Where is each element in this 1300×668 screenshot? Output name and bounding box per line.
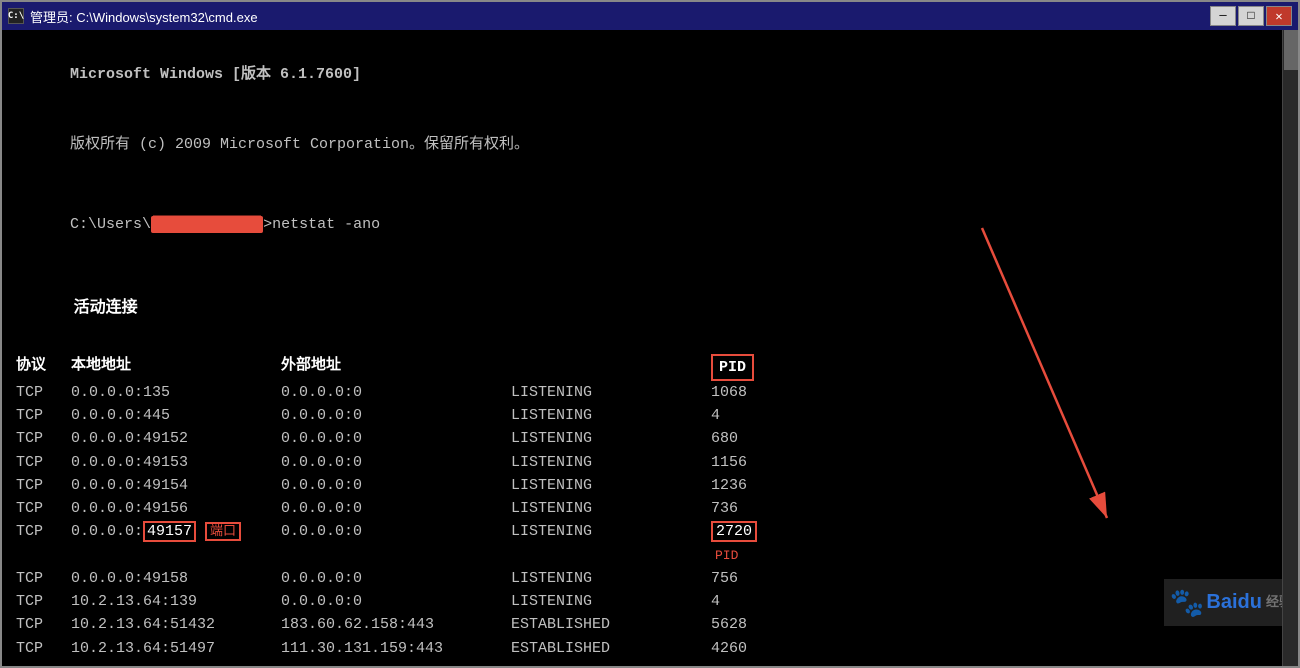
header-pid: PID xyxy=(711,354,791,381)
title-bar: C:\ 管理员: C:\Windows\system32\cmd.exe ─ □… xyxy=(2,2,1298,30)
maximize-button[interactable]: □ xyxy=(1238,6,1264,26)
table-row: TCP 10.2.13.64:51497 111.30.131.159:443 … xyxy=(16,637,1284,660)
window-title: 管理员: C:\Windows\system32\cmd.exe xyxy=(30,7,1210,26)
baidu-logo: 🐾 Baidu 经验 xyxy=(1164,579,1298,626)
header-state xyxy=(511,354,711,381)
baidu-paw-icon: 🐾 xyxy=(1170,581,1205,624)
highlighted-pid: 2720 xyxy=(711,521,757,542)
cmd-version-line: Microsoft Windows [版本 6.1.7600] xyxy=(16,40,1284,110)
header-proto: 协议 xyxy=(16,354,71,381)
pid-annotation-label: PID xyxy=(715,548,738,563)
minimize-button[interactable]: ─ xyxy=(1210,6,1236,26)
cmd-content: Microsoft Windows [版本 6.1.7600] 版权所有 (c)… xyxy=(2,30,1298,666)
table-row: TCP 0.0.0.0:49152 0.0.0.0:0 LISTENING 68… xyxy=(16,427,1284,450)
window-icon: C:\ xyxy=(8,8,24,24)
redacted-username: ████████████ xyxy=(151,216,263,233)
window-controls: ─ □ ✕ xyxy=(1210,6,1292,26)
close-button[interactable]: ✕ xyxy=(1266,6,1292,26)
highlighted-port: 49157 xyxy=(143,521,196,542)
baidu-text: Baidu xyxy=(1206,587,1262,618)
table-row: TCP 0.0.0.0:49156 0.0.0.0:0 LISTENING 73… xyxy=(16,497,1284,520)
scrollbar-thumb[interactable] xyxy=(1284,30,1298,70)
header-remote: 外部地址 xyxy=(281,354,511,381)
pid-header-highlight: PID xyxy=(711,354,754,381)
table-body: TCP 0.0.0.0:135 0.0.0.0:0 LISTENING 1068… xyxy=(16,381,1284,660)
table-row: TCP 0.0.0.0:49154 0.0.0.0:0 LISTENING 12… xyxy=(16,474,1284,497)
table-header-row: 协议 本地地址 外部地址 PID xyxy=(16,354,1284,381)
table-row-highlighted: TCP 0.0.0.0:49157 端口 0.0.0.0:0 LISTENING… xyxy=(16,520,1284,567)
cmd-copyright-line: 版权所有 (c) 2009 Microsoft Corporation。保留所有… xyxy=(16,110,1284,180)
scrollbar[interactable] xyxy=(1282,30,1298,666)
table-row: TCP 0.0.0.0:135 0.0.0.0:0 LISTENING 1068 xyxy=(16,381,1284,404)
section-title: 活动连接 xyxy=(16,271,1284,345)
table-row: TCP 0.0.0.0:49153 0.0.0.0:0 LISTENING 11… xyxy=(16,451,1284,474)
table-row: TCP 0.0.0.0:445 0.0.0.0:0 LISTENING 4 xyxy=(16,404,1284,427)
watermark: 🐾 Baidu 经验 xyxy=(1164,579,1298,626)
header-local: 本地地址 xyxy=(71,354,281,381)
table-row: TCP 0.0.0.0:49158 0.0.0.0:0 LISTENING 75… xyxy=(16,567,1284,590)
port-label: 端口 xyxy=(205,522,241,541)
table-row: TCP 10.2.13.64:51432 183.60.62.158:443 E… xyxy=(16,613,1284,636)
cmd-window: C:\ 管理员: C:\Windows\system32\cmd.exe ─ □… xyxy=(0,0,1300,668)
cmd-prompt-line: C:\Users\████████████>netstat -ano xyxy=(16,190,1284,260)
table-row: TCP 10.2.13.64:139 0.0.0.0:0 LISTENING 4 xyxy=(16,590,1284,613)
